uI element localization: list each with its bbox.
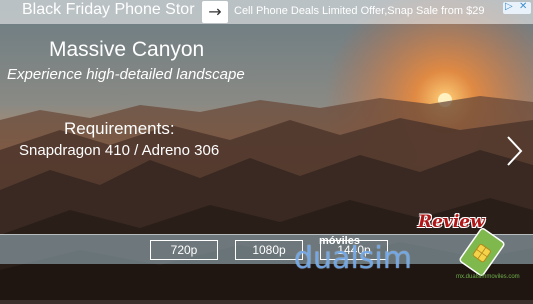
ad-headline[interactable]: Black Friday Phone Stor — [22, 1, 195, 19]
scene-subtitle: Experience high-detailed landscape — [7, 66, 245, 83]
adchoices-icon[interactable]: ▷ — [505, 1, 513, 12]
close-icon[interactable]: ✕ — [519, 1, 527, 12]
ad-badge[interactable]: ▷ ✕ — [503, 1, 531, 14]
arrow-right-icon[interactable]: → — [202, 1, 228, 23]
resolution-720p-button[interactable]: 720p — [150, 240, 218, 260]
requirements-value: Snapdragon 410 / Adreno 306 — [19, 142, 220, 159]
scene-title: Massive Canyon — [49, 38, 205, 61]
dualsim-watermark: Review móviles dualsim mx.dualsimmoviles… — [290, 208, 520, 288]
ad-description[interactable]: Cell Phone Deals Limited Offer,Snap Sale… — [234, 5, 485, 17]
watermark-url: mx.dualsimmoviles.com — [456, 274, 520, 280]
requirements-heading: Requirements: — [64, 119, 175, 138]
sim-card-icon — [459, 228, 505, 276]
watermark-brand: dualsim — [294, 241, 412, 276]
ad-banner[interactable]: Black Friday Phone Stor → Cell Phone Dea… — [0, 0, 533, 24]
chevron-right-icon[interactable] — [503, 134, 525, 168]
